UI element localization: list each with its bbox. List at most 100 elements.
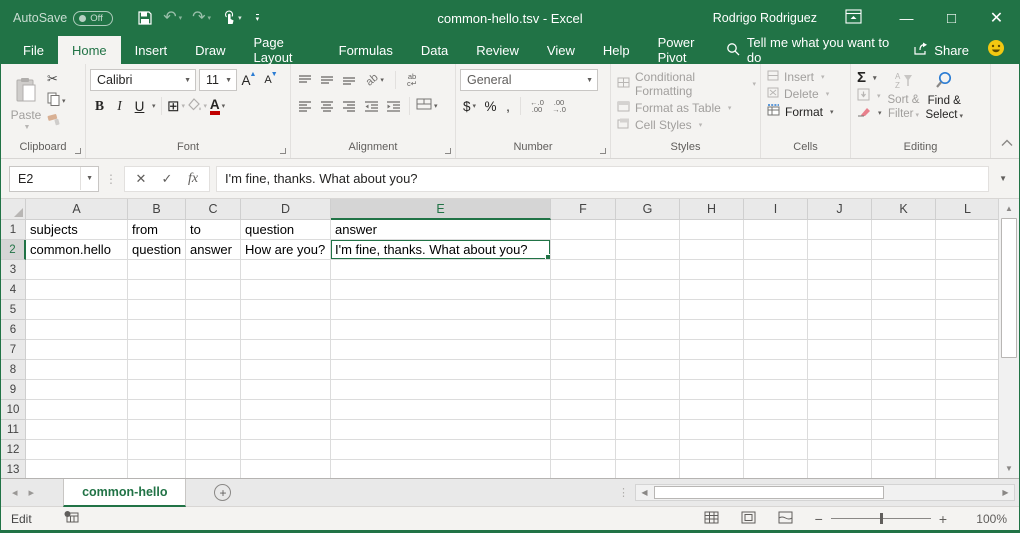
cell-b8[interactable] [128,360,186,380]
cell-j7[interactable] [808,340,872,360]
ribbon-display-options-button[interactable] [845,0,862,36]
undo-dropdown-icon[interactable]: ▾ [179,14,183,22]
alignment-dialog-launcher[interactable] [445,148,451,154]
cell-d12[interactable] [241,440,331,460]
cell-d5[interactable] [241,300,331,320]
underline-button[interactable]: U [130,95,149,117]
cell-e6[interactable] [331,320,551,340]
format-dropdown-icon[interactable]: ▾ [830,108,834,116]
cell-a2[interactable]: common.hello [26,240,128,260]
clear-button[interactable]: ▾ [855,106,882,120]
cell-g12[interactable] [616,440,680,460]
number-format-combo[interactable]: General▼ [460,69,598,91]
cell-l11[interactable] [936,420,1000,440]
format-as-table-button[interactable]: Format as Table ▾ [615,101,756,115]
fill-dropdown-icon[interactable]: ▾ [877,92,881,100]
autosave-toggle[interactable]: AutoSave Off [13,11,113,26]
column-header-i[interactable]: I [744,199,808,220]
find-select-button[interactable]: Find & Select▾ [925,69,962,141]
name-box-dropdown-icon[interactable]: ▼ [80,167,98,190]
ribbon-tab-formulas[interactable]: Formulas [325,36,407,64]
horizontal-scrollbar[interactable]: ◀ ▶ [635,484,1015,501]
cell-h9[interactable] [680,380,744,400]
cell-k8[interactable] [872,360,936,380]
cancel-entry-button[interactable]: ✕ [129,171,153,187]
cell-k3[interactable] [872,260,936,280]
cell-k10[interactable] [872,400,936,420]
borders-button[interactable]: ⊞▾ [167,95,186,117]
cell-a7[interactable] [26,340,128,360]
increase-decimal-button[interactable]: ←.0.00 [527,95,547,117]
cell-g7[interactable] [616,340,680,360]
redo-button[interactable]: ↷▾ [188,7,215,29]
cell-e8[interactable] [331,360,551,380]
wrap-text-button[interactable]: abc↵ [402,69,422,91]
scroll-up-icon[interactable]: ▲ [999,199,1019,218]
touch-mouse-mode-button[interactable]: ▾ [217,7,246,29]
ribbon-tab-file[interactable]: File [9,36,58,64]
tell-me-search[interactable]: Tell me what you want to do [726,35,895,65]
cell-f4[interactable] [551,280,616,300]
cell-h11[interactable] [680,420,744,440]
column-header-c[interactable]: C [186,199,241,220]
cell-j9[interactable] [808,380,872,400]
cell-h5[interactable] [680,300,744,320]
cell-e4[interactable] [331,280,551,300]
ribbon-tab-home[interactable]: Home [58,36,121,64]
cell-e2[interactable]: I'm fine, thanks. What about you? [331,240,551,260]
cell-d2[interactable]: How are you? [241,240,331,260]
zoom-out-button[interactable]: − [815,511,823,527]
cell-j1[interactable] [808,220,872,240]
row-header-11[interactable]: 11 [1,420,26,440]
row-header-10[interactable]: 10 [1,400,26,420]
cell-e13[interactable] [331,460,551,478]
format-cells-button[interactable]: Format ▾ [765,104,846,119]
name-box[interactable]: E2 ▼ [9,166,99,192]
row-header-7[interactable]: 7 [1,340,26,360]
merge-center-button[interactable]: ▾ [416,95,438,117]
font-dialog-launcher[interactable] [280,148,286,154]
minimize-button[interactable]: — [884,0,929,36]
cell-b5[interactable] [128,300,186,320]
cell-b7[interactable] [128,340,186,360]
font-name-combo[interactable]: Calibri▼ [90,69,196,91]
cell-l7[interactable] [936,340,1000,360]
normal-view-button[interactable] [704,511,719,527]
cell-f11[interactable] [551,420,616,440]
cell-i8[interactable] [744,360,808,380]
percent-style-button[interactable]: % [481,95,500,117]
sort-filter-button[interactable]: AZ Sort & Filter▾ [888,69,920,141]
cell-c6[interactable] [186,320,241,340]
cell-i4[interactable] [744,280,808,300]
cell-l4[interactable] [936,280,1000,300]
cell-c4[interactable] [186,280,241,300]
cell-d9[interactable] [241,380,331,400]
next-sheet-icon[interactable]: ▸ [29,486,46,499]
formula-bar-expand-icon[interactable]: ▼ [995,174,1011,183]
cell-d3[interactable] [241,260,331,280]
cell-i12[interactable] [744,440,808,460]
delete-cells-button[interactable]: Delete ▾ [765,87,846,101]
scroll-left-icon[interactable]: ◀ [636,485,653,500]
cell-e11[interactable] [331,420,551,440]
cell-b11[interactable] [128,420,186,440]
cell-d11[interactable] [241,420,331,440]
cell-e5[interactable] [331,300,551,320]
row-header-3[interactable]: 3 [1,260,26,280]
clipboard-dialog-launcher[interactable] [75,148,81,154]
format-painter-button[interactable] [47,114,66,129]
row-header-6[interactable]: 6 [1,320,26,340]
column-header-b[interactable]: B [128,199,186,220]
cell-k1[interactable] [872,220,936,240]
cell-g13[interactable] [616,460,680,478]
ribbon-tab-help[interactable]: Help [589,36,644,64]
decrease-indent-button[interactable] [361,95,381,117]
cell-g1[interactable] [616,220,680,240]
italic-button[interactable]: I [110,95,129,117]
align-right-button[interactable] [339,95,359,117]
cell-h4[interactable] [680,280,744,300]
cell-j5[interactable] [808,300,872,320]
fill-color-button[interactable]: ▾ [187,95,208,117]
redo-dropdown-icon[interactable]: ▾ [208,14,212,22]
paste-dropdown-icon[interactable]: ▼ [24,124,31,131]
